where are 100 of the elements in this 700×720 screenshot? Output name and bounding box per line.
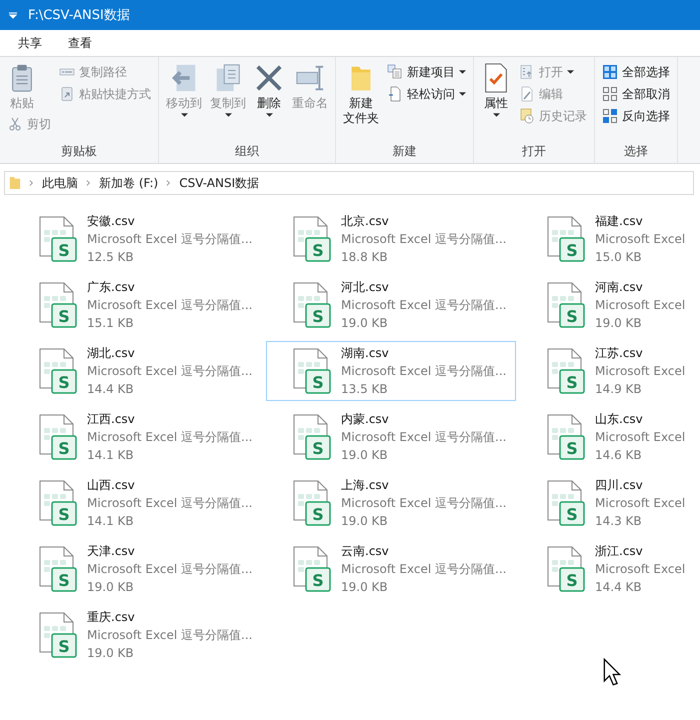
ribbon-button[interactable]: 反向选择 <box>599 105 673 127</box>
breadcrumb-item[interactable]: CSV-ANSI数据 <box>179 174 260 192</box>
close-icon <box>254 63 284 93</box>
folder-icon <box>9 176 21 190</box>
icon-letter: S <box>58 373 70 392</box>
file-type: Microsoft Excel 逗号分隔值... <box>87 429 252 446</box>
icon-letter: S <box>566 307 578 326</box>
spreadsheet-file-icon <box>548 480 585 526</box>
file-name: 浙江.csv <box>595 543 644 560</box>
file-type: Microsoft Excel 逗号分隔值... <box>87 363 252 380</box>
file-item[interactable]: S 上海.csv Microsoft Excel 逗号分隔值... 19.0 KB <box>266 473 516 533</box>
group-label: 选择 <box>624 143 648 160</box>
file-name: 广东.csv <box>87 279 136 296</box>
icon-letter: S <box>566 505 578 524</box>
caret-icon <box>567 70 574 74</box>
file-item[interactable]: S 湖北.csv Microsoft Excel 逗号分隔值... 14.4 KB <box>12 341 262 401</box>
ribbon-button[interactable]: 轻松访问 <box>384 83 469 105</box>
file-item[interactable]: S 北京.csv Microsoft Excel 逗号分隔值... 18.8 KB <box>266 209 516 269</box>
file-name: 福建.csv <box>595 213 644 230</box>
file-name: 湖南.csv <box>341 345 390 362</box>
spreadsheet-file-icon <box>294 546 331 592</box>
file-item[interactable]: S 浙江.csv Microsoft Excel 14.4 KB <box>520 539 700 599</box>
file-item[interactable]: S 江西.csv Microsoft Excel 逗号分隔值... 14.1 KB <box>12 407 262 467</box>
icon-letter: S <box>58 439 70 458</box>
caret-icon[interactable] <box>8 10 18 20</box>
grid-icon <box>602 108 618 124</box>
ribbon-button[interactable]: 属性 <box>478 61 514 119</box>
file-type: Microsoft Excel 逗号分隔值... <box>341 495 506 512</box>
ribbon-tab[interactable]: 共享 <box>8 30 52 56</box>
file-item[interactable]: S 内蒙.csv Microsoft Excel 逗号分隔值... 19.0 KB <box>266 407 516 467</box>
spreadsheet-file-icon <box>294 414 331 460</box>
file-type: Microsoft Excel 逗号分隔值... <box>87 231 252 248</box>
file-size: 19.0 KB <box>341 447 389 464</box>
file-name: 湖北.csv <box>87 345 136 362</box>
pencil-document-icon <box>519 86 535 102</box>
file-name: 安徽.csv <box>87 213 136 230</box>
ribbon-button[interactable]: 新建项目 <box>384 61 469 83</box>
file-name: 山西.csv <box>87 477 136 494</box>
icon-letter: S <box>58 241 70 260</box>
icon-letter: S <box>312 505 324 524</box>
file-name: 上海.csv <box>341 477 390 494</box>
file-name: 北京.csv <box>341 213 390 230</box>
file-size: 14.4 KB <box>595 579 643 596</box>
spreadsheet-file-icon <box>548 216 585 262</box>
chevron-icon <box>166 179 172 187</box>
file-item[interactable]: S 河北.csv Microsoft Excel 逗号分隔值... 19.0 KB <box>266 275 516 335</box>
ribbon-button[interactable]: 新建 文件夹 <box>340 61 382 128</box>
ribbon-button[interactable]: 全部取消 <box>599 83 673 105</box>
ribbon-button[interactable]: 全部选择 <box>599 61 673 83</box>
file-item[interactable]: S 河南.csv Microsoft Excel 19.0 KB <box>520 275 700 335</box>
spreadsheet-file-icon <box>40 480 77 526</box>
file-item[interactable]: S 安徽.csv Microsoft Excel 逗号分隔值... 12.5 KB <box>12 209 262 269</box>
file-item[interactable]: S 湖南.csv Microsoft Excel 逗号分隔值... 13.5 KB <box>266 341 516 401</box>
icon-letter: S <box>566 373 578 392</box>
file-name: 河南.csv <box>595 279 644 296</box>
file-name: 山东.csv <box>595 411 644 428</box>
file-size: 14.4 KB <box>87 381 135 398</box>
file-name: 河北.csv <box>341 279 390 296</box>
file-item[interactable]: S 四川.csv Microsoft Excel 14.3 KB <box>520 473 700 533</box>
spreadsheet-file-icon <box>548 282 585 328</box>
caret-icon <box>266 113 272 117</box>
file-item[interactable]: S 广东.csv Microsoft Excel 逗号分隔值... 15.1 KB <box>12 275 262 335</box>
icon-letter: S <box>312 373 324 392</box>
breadcrumb-item[interactable]: 此电脑 <box>42 174 78 192</box>
file-type: Microsoft Excel <box>595 429 686 446</box>
file-size: 18.8 KB <box>341 249 389 266</box>
caret-icon <box>180 113 188 117</box>
file-item[interactable]: S 山西.csv Microsoft Excel 逗号分隔值... 14.1 KB <box>12 473 262 533</box>
file-size: 19.0 KB <box>87 579 135 596</box>
icon-letter: S <box>58 307 70 326</box>
icon-letter: S <box>58 637 70 656</box>
caret-icon <box>459 70 466 74</box>
file-type: Microsoft Excel 逗号分隔值... <box>87 297 252 314</box>
file-type: Microsoft Excel 逗号分隔值... <box>87 495 252 512</box>
ribbon-tab[interactable]: 查看 <box>58 30 102 56</box>
file-size: 12.5 KB <box>87 249 135 266</box>
file-size: 14.9 KB <box>595 381 643 398</box>
ribbon-button[interactable]: 删除 <box>251 61 287 119</box>
file-item[interactable]: S 江苏.csv Microsoft Excel 14.9 KB <box>520 341 700 401</box>
file-item[interactable]: S 重庆.csv Microsoft Excel 逗号分隔值... 19.0 KB <box>12 605 262 665</box>
icon-letter: S <box>566 439 578 458</box>
spreadsheet-file-icon <box>294 282 331 328</box>
icon-letter: S <box>312 307 324 326</box>
file-item[interactable]: S 福建.csv Microsoft Excel 15.0 KB <box>520 209 700 269</box>
file-item[interactable]: S 山东.csv Microsoft Excel 14.6 KB <box>520 407 700 467</box>
spreadsheet-file-icon <box>294 216 331 262</box>
file-name: 天津.csv <box>87 543 136 560</box>
new-item-icon <box>387 64 403 80</box>
shortcut-icon <box>59 86 75 102</box>
rename-icon <box>295 63 325 93</box>
file-type: Microsoft Excel <box>595 495 686 512</box>
icon-letter: S <box>58 571 70 590</box>
breadcrumb-item[interactable]: 新加卷 (F:) <box>99 174 158 192</box>
icon-letter: S <box>312 439 324 458</box>
file-item[interactable]: S 云南.csv Microsoft Excel 逗号分隔值... 19.0 KB <box>266 539 516 599</box>
file-size: 19.0 KB <box>341 579 389 596</box>
file-size: 14.1 KB <box>87 447 135 464</box>
file-item[interactable]: S 天津.csv Microsoft Excel 逗号分隔值... 19.0 KB <box>12 539 262 599</box>
address-bar[interactable]: 此电脑 新加卷 (F:) CSV-ANSI数据 <box>4 171 694 195</box>
document-icon <box>387 86 403 102</box>
